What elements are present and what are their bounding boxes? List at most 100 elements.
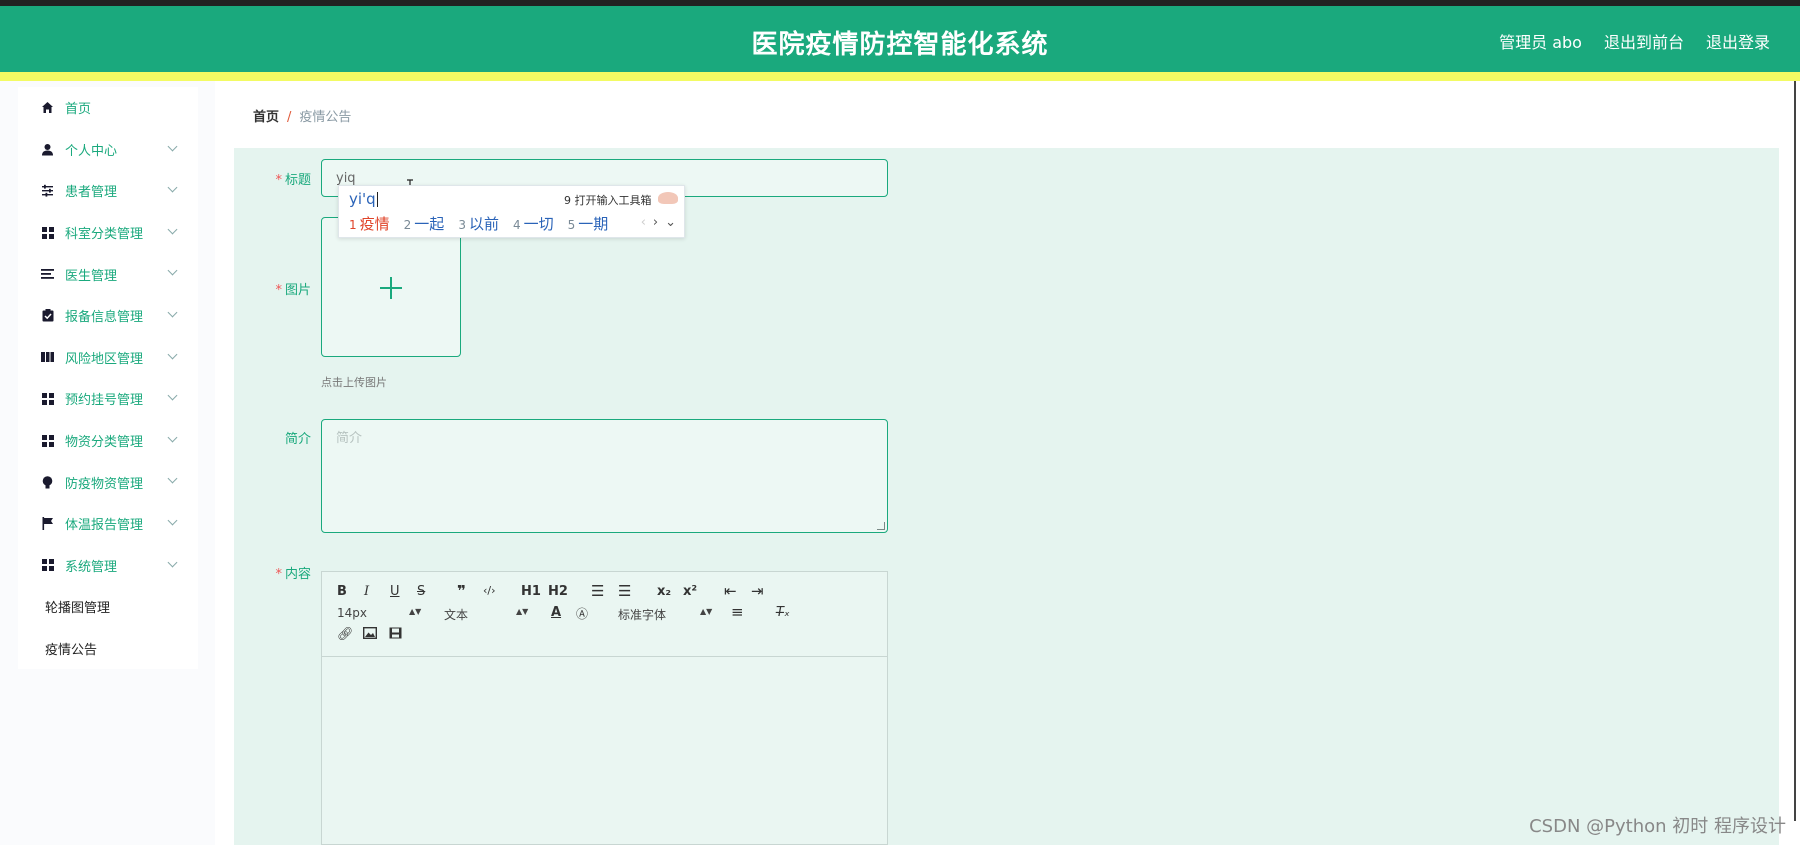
sidebar-item-label: 报备信息管理 xyxy=(65,310,144,326)
strikethrough-icon[interactable]: S xyxy=(417,584,425,599)
page-scrollbar[interactable] xyxy=(1792,81,1800,845)
bold-icon[interactable]: B xyxy=(337,584,347,599)
ordered-list-icon[interactable]: ☰ xyxy=(591,582,604,600)
editor-content-area[interactable] xyxy=(322,657,887,845)
font-color-icon[interactable]: A xyxy=(551,605,561,620)
sidebar-item-label: 患者管理 xyxy=(65,185,118,201)
list-icon xyxy=(40,267,55,282)
sidebar-item-label: 个人中心 xyxy=(65,143,118,159)
clear-format-icon[interactable]: T̶ₓ xyxy=(776,605,790,620)
chevron-left-icon[interactable]: ‹ xyxy=(641,215,646,230)
link-icon[interactable]: 🔗︎ xyxy=(337,627,354,642)
header-1-icon[interactable]: H1 xyxy=(521,584,541,599)
header-accent-bar xyxy=(0,72,1800,81)
chevron-down-icon xyxy=(167,515,178,526)
blockquote-icon[interactable]: ❞ xyxy=(457,582,466,600)
clipboard-check-icon xyxy=(40,308,55,323)
sidebar-item-home[interactable]: 首页 xyxy=(18,87,198,129)
editor-toolbar: B I U S ❞ ‹/› H1 H2 ☰ ☰ x₂ x² ⇤ ⇥ 14px ▲▼… xyxy=(322,572,887,657)
block-type-select[interactable]: 文本 ▲▼ xyxy=(444,606,528,623)
sidebar-item-personal-center[interactable]: 个人中心 xyxy=(18,129,198,171)
bullet-list-icon[interactable]: ☰ xyxy=(618,582,631,600)
ime-composition: yi'q xyxy=(349,190,378,208)
image-icon[interactable] xyxy=(362,626,378,643)
breadcrumb: 首页 / 疫情公告 xyxy=(253,106,351,125)
ime-candidate-popup: yi'q 9 打开输入工具箱 1 疫情 2 一起 3 以前 4 一切 5 一期 ‹ › ⌄ xyxy=(338,185,685,238)
summary-textarea[interactable]: 简介 xyxy=(321,419,888,533)
text-caret xyxy=(376,192,378,207)
sidebar-item-label: 科室分类管理 xyxy=(65,227,144,243)
resize-handle-icon[interactable] xyxy=(877,522,885,530)
sidebar-item-label: 系统管理 xyxy=(65,559,118,575)
chevron-down-icon xyxy=(167,141,178,152)
outdent-icon[interactable]: ⇤ xyxy=(724,582,737,600)
align-icon[interactable]: ≡ xyxy=(731,603,744,621)
underline-icon[interactable]: U xyxy=(390,584,400,599)
ime-pager: ‹ › ⌄ xyxy=(641,215,676,230)
select-arrows-icon: ▲▼ xyxy=(516,607,529,616)
select-arrows-icon: ▲▼ xyxy=(409,607,422,616)
chevron-down-icon xyxy=(167,432,178,443)
sidebar-item-supply-category[interactable]: 物资分类管理 xyxy=(18,420,198,462)
font-family-select[interactable]: 标准字体 ▲▼ xyxy=(618,606,712,623)
breadcrumb-separator: / xyxy=(287,110,292,125)
sliders-icon xyxy=(40,183,55,198)
header-nav: 管理员 abo 退出到前台 退出登录 xyxy=(1499,29,1770,53)
exit-to-frontend-link[interactable]: 退出到前台 xyxy=(1604,29,1684,53)
bulb-icon xyxy=(40,475,55,490)
app-header: 医院疫情防控智能化系统 管理员 abo 退出到前台 退出登录 xyxy=(0,6,1800,72)
grid-icon xyxy=(40,391,55,406)
chevron-down-icon xyxy=(167,224,178,235)
sidebar-item-label: 风险地区管理 xyxy=(65,351,144,367)
ime-toolbox-link[interactable]: 9 打开输入工具箱 xyxy=(564,192,652,208)
subscript-icon[interactable]: x₂ xyxy=(657,584,671,599)
map-icon xyxy=(40,350,55,365)
sidebar-item-department-category[interactable]: 科室分类管理 xyxy=(18,212,198,254)
sidebar-item-system-management[interactable]: 系统管理 xyxy=(18,545,198,587)
sidebar-item-label: 预约挂号管理 xyxy=(65,393,144,409)
breadcrumb-home[interactable]: 首页 xyxy=(253,110,279,125)
sidebar-item-appointment[interactable]: 预约挂号管理 xyxy=(18,378,198,420)
submenu-item-carousel[interactable]: 轮播图管理 xyxy=(18,586,198,628)
sidebar-item-temperature-report[interactable]: 体温报告管理 xyxy=(18,503,198,545)
sidebar-item-label: 体温报告管理 xyxy=(65,518,144,534)
summary-placeholder: 简介 xyxy=(336,431,363,446)
sidebar: 首页 个人中心 患者管理 科室分类管理 医生管理 报备信息管理 风险地区管理 预… xyxy=(0,81,215,845)
ime-candidate[interactable]: 3 以前 xyxy=(458,213,499,234)
ime-candidate[interactable]: 4 一切 xyxy=(513,213,554,234)
italic-icon[interactable]: I xyxy=(364,584,369,599)
sidebar-item-doctor-management[interactable]: 医生管理 xyxy=(18,253,198,295)
user-icon xyxy=(40,142,55,157)
sidebar-item-risk-area[interactable]: 风险地区管理 xyxy=(18,337,198,379)
header-2-icon[interactable]: H2 xyxy=(548,584,568,599)
watermark: CSDN @Python 初时 程序设计 xyxy=(1529,816,1786,837)
sidebar-item-report-info[interactable]: 报备信息管理 xyxy=(18,295,198,337)
chevron-right-icon[interactable]: › xyxy=(653,215,658,230)
plus-icon-vertical xyxy=(390,277,392,299)
image-upload-button[interactable] xyxy=(321,217,461,357)
indent-icon[interactable]: ⇥ xyxy=(751,582,764,600)
chevron-down-icon[interactable]: ⌄ xyxy=(665,215,676,230)
ime-candidate[interactable]: 2 一起 xyxy=(404,213,445,234)
sidebar-item-patient-management[interactable]: 患者管理 xyxy=(18,170,198,212)
ime-candidate-list: 1 疫情 2 一起 3 以前 4 一切 5 一期 xyxy=(349,213,608,234)
code-icon[interactable]: ‹/› xyxy=(483,584,496,597)
ime-candidate[interactable]: 1 疫情 xyxy=(349,213,390,234)
video-icon[interactable] xyxy=(389,627,402,643)
logout-link[interactable]: 退出登录 xyxy=(1706,29,1770,53)
chevron-down-icon xyxy=(167,307,178,318)
sidebar-item-epidemic-supplies[interactable]: 防疫物资管理 xyxy=(18,461,198,503)
background-color-icon[interactable]: Ⓐ xyxy=(576,605,588,622)
font-size-select[interactable]: 14px ▲▼ xyxy=(337,606,421,620)
scrollbar-thumb[interactable] xyxy=(1794,81,1796,821)
image-label: * 图片 xyxy=(275,283,311,298)
ime-candidate[interactable]: 5 一期 xyxy=(568,213,609,234)
chevron-down-icon xyxy=(167,349,178,360)
submenu-item-epidemic-notice[interactable]: 疫情公告 xyxy=(18,628,198,670)
select-arrows-icon: ▲▼ xyxy=(700,607,713,616)
admin-user-link[interactable]: 管理员 abo xyxy=(1499,29,1582,53)
superscript-icon[interactable]: x² xyxy=(683,584,697,599)
content-label: * 内容 xyxy=(275,567,311,582)
grid-icon xyxy=(40,225,55,240)
chevron-down-icon xyxy=(167,557,178,567)
